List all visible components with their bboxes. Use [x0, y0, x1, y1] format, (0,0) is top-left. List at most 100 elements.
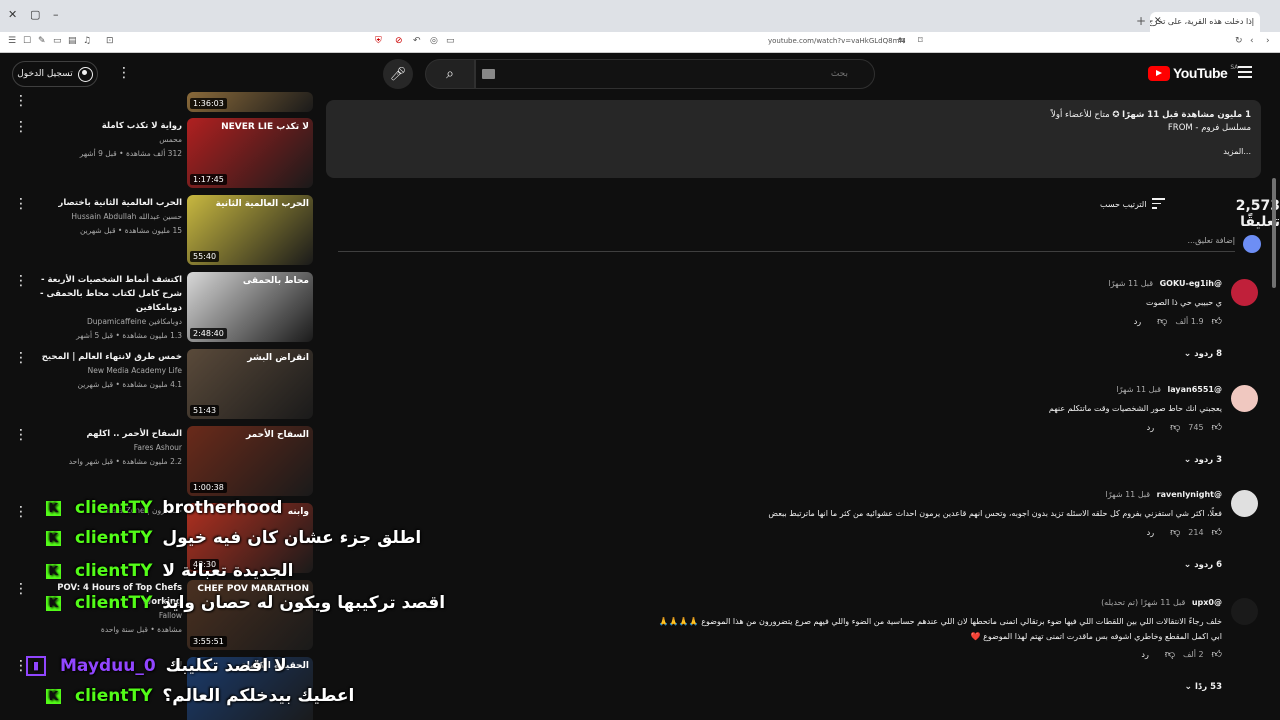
- minimize-window-icon[interactable]: –: [53, 8, 59, 21]
- channel-name[interactable]: Fares Ashour: [32, 441, 182, 455]
- video-thumbnail[interactable]: CHEF POV MARATHON 3:55:51: [187, 580, 313, 650]
- reply-button[interactable]: رد: [1141, 650, 1148, 659]
- comment-time[interactable]: قبل 11 شهرًا: [1106, 490, 1151, 499]
- comment-author[interactable]: @layan6551: [1168, 385, 1222, 394]
- dislike-icon[interactable]: 👎︎: [1165, 648, 1175, 660]
- video-title[interactable]: خمس طرق لانتهاء العالم | المحيح: [32, 350, 182, 364]
- comment-time[interactable]: قبل 11 شهرًا (تم تحديله): [1101, 598, 1185, 607]
- more-actions-icon[interactable]: ⋮: [14, 428, 28, 442]
- video-description[interactable]: 1 مليون مشاهدة قبل 11 شهرًا ✪ متاح للأعض…: [326, 100, 1261, 178]
- bookmark-icon[interactable]: ⌑: [918, 36, 923, 46]
- video-info[interactable]: رواية لا تكذب كاملة محمس 312 ألف مشاهدة …: [32, 119, 182, 161]
- menu-icon[interactable]: ☰: [8, 36, 16, 46]
- comment-time[interactable]: قبل 11 شهرًا: [1116, 385, 1161, 394]
- like-icon[interactable]: 👍︎: [1212, 648, 1222, 660]
- recommendation-item[interactable]: CHEF POV MARATHON 3:55:51 POV: 4 Hours o…: [0, 580, 320, 652]
- back-icon[interactable]: ‹: [1250, 36, 1254, 46]
- extension-icon[interactable]: ✎: [38, 36, 46, 46]
- translate-icon[interactable]: ◎: [430, 36, 438, 46]
- video-info[interactable]: الحرب العالمية الثانية باختصار حسين عبدا…: [32, 196, 182, 238]
- reply-button[interactable]: رد: [1147, 528, 1154, 537]
- commenter-avatar[interactable]: [1231, 279, 1258, 306]
- replies-toggle[interactable]: 6 ردود ⌄: [1178, 560, 1222, 570]
- reply-button[interactable]: رد: [1147, 423, 1154, 432]
- sort-button[interactable]: الترتيب حسب: [1100, 198, 1166, 212]
- replies-toggle[interactable]: 8 ردود ⌄: [1178, 349, 1222, 359]
- reader-icon[interactable]: ▭: [53, 36, 62, 46]
- adblock-icon[interactable]: ⊘: [395, 36, 403, 46]
- tabs-icon[interactable]: ▤: [68, 36, 77, 46]
- video-title[interactable]: رواية لا تكذب كاملة: [32, 119, 182, 133]
- cast-icon[interactable]: ▭: [446, 36, 455, 46]
- new-tab-button[interactable]: +: [1136, 14, 1146, 28]
- replies-toggle[interactable]: 3 ردود ⌄: [1178, 455, 1222, 465]
- video-thumbnail[interactable]: 1:36:03: [187, 92, 313, 112]
- dislike-icon[interactable]: 👎︎: [1157, 315, 1167, 327]
- youtube-logo[interactable]: YouTube SA: [1148, 64, 1238, 81]
- more-actions-icon[interactable]: ⋮: [14, 120, 28, 134]
- video-info[interactable]: السفاح الأحمر .. اكلهم Fares Ashour 2.2 …: [32, 427, 182, 469]
- dislike-icon[interactable]: 👎︎: [1170, 421, 1180, 433]
- voice-search-button[interactable]: 🎤︎: [383, 59, 413, 89]
- shield-icon[interactable]: ⛨: [375, 36, 382, 46]
- address-bar[interactable]: ☰ ☐ ✎ ▭ ▤ ♫ ⊡ ⛨ ⊘ ↶ ◎ ▭ youtube.com/watc…: [0, 32, 1280, 53]
- channel-name[interactable]: محمس: [32, 133, 182, 147]
- video-thumbnail[interactable]: لا تكذب NEVER LIE 1:17:45: [187, 118, 313, 188]
- commenter-avatar[interactable]: [1231, 598, 1258, 625]
- search-input[interactable]: [476, 60, 874, 88]
- video-title[interactable]: اكتشف أنماط الشخصيات الأربعة - شرح كامل …: [32, 273, 182, 315]
- replies-toggle[interactable]: 53 ردًا ⌄: [1179, 682, 1223, 692]
- more-actions-icon[interactable]: ⋮: [14, 197, 28, 211]
- keyboard-icon[interactable]: [482, 69, 495, 79]
- comment-author[interactable]: @ravenlynight: [1157, 490, 1222, 499]
- video-title[interactable]: الحرب العالمية الثانية باختصار: [32, 196, 182, 210]
- video-thumbnail[interactable]: الحرب العالمية الثانية 55:40: [187, 195, 313, 265]
- recommendation-item[interactable]: محاط بالحمقى 2:48:40 اكتشف أنماط الشخصيا…: [0, 272, 320, 344]
- video-title[interactable]: السفاح الأحمر .. اكلهم: [32, 427, 182, 441]
- channel-name[interactable]: حسين عبدالله Hussain Abdullah: [32, 210, 182, 224]
- comment-time[interactable]: قبل 11 شهرًا: [1108, 279, 1153, 288]
- search-box[interactable]: [475, 59, 875, 89]
- video-thumbnail[interactable]: محاط بالحمقى 2:48:40: [187, 272, 313, 342]
- notes-icon[interactable]: ♫: [83, 36, 91, 46]
- search-button[interactable]: ⌕: [425, 59, 475, 89]
- hamburger-menu-icon[interactable]: [1238, 66, 1252, 81]
- more-actions-icon[interactable]: ⋮: [14, 505, 28, 519]
- signin-button[interactable]: تسجيل الدخول: [12, 61, 98, 87]
- reply-button[interactable]: رد: [1134, 317, 1141, 326]
- channel-name[interactable]: دوبامكافين Dupamicaffeine: [32, 315, 182, 329]
- dislike-icon[interactable]: 👎︎: [1170, 526, 1180, 538]
- add-comment-input[interactable]: إضافة تعليق...: [338, 236, 1235, 252]
- like-icon[interactable]: 👍︎: [1212, 315, 1222, 327]
- channel-name[interactable]: New Media Academy Life: [32, 364, 182, 378]
- browser-tab[interactable]: ✕ إذا دخلت هذه القرية، على تخرج أبدًا: [1150, 12, 1260, 32]
- video-info[interactable]: خمس طرق لانتهاء العالم | المحيح New Medi…: [32, 350, 182, 392]
- commenter-avatar[interactable]: [1231, 385, 1258, 412]
- recommendation-item[interactable]: انقراض البشر 51:43 خمس طرق لانتهاء العال…: [0, 349, 320, 421]
- recommendation-item[interactable]: السفاح الأحمر 1:00:38 السفاح الأحمر .. ا…: [0, 426, 320, 498]
- settings-menu-icon[interactable]: ⋮: [117, 66, 131, 80]
- video-info[interactable]: اكتشف أنماط الشخصيات الأربعة - شرح كامل …: [32, 273, 182, 343]
- swap-icon[interactable]: ⇆: [898, 36, 906, 46]
- video-thumbnail[interactable]: السفاح الأحمر 1:00:38: [187, 426, 313, 496]
- bookmarks-icon[interactable]: ☐: [23, 36, 31, 46]
- like-icon[interactable]: 👍︎: [1212, 421, 1222, 433]
- commenter-avatar[interactable]: [1231, 490, 1258, 517]
- more-actions-icon[interactable]: ⋮: [14, 582, 28, 596]
- more-actions-icon[interactable]: ⋮: [14, 351, 28, 365]
- screenshot-icon[interactable]: ⊡: [106, 36, 114, 46]
- more-actions-icon[interactable]: ⋮: [14, 274, 28, 288]
- reload-icon[interactable]: ↻: [1235, 36, 1243, 46]
- like-icon[interactable]: 👍︎: [1212, 526, 1222, 538]
- video-thumbnail[interactable]: انقراض البشر 51:43: [187, 349, 313, 419]
- recommendation-item[interactable]: الحرب العالمية الثانية 55:40 الحرب العال…: [0, 195, 320, 267]
- comment-author[interactable]: @GOKU-eg1ih: [1160, 279, 1222, 288]
- forward-icon[interactable]: ›: [1266, 36, 1270, 46]
- page-scrollbar[interactable]: [1272, 178, 1276, 288]
- recommendation-item[interactable]: لا تكذب NEVER LIE 1:17:45 رواية لا تكذب …: [0, 118, 320, 190]
- show-more-button[interactable]: ...المزيد: [336, 147, 1251, 156]
- more-actions-icon[interactable]: ⋮: [14, 94, 28, 108]
- url-text[interactable]: youtube.com/watch?v=vaHkGLdQ8mM: [768, 37, 905, 45]
- undo-icon[interactable]: ↶: [413, 36, 421, 46]
- close-tab-icon[interactable]: ✕: [1154, 16, 1162, 26]
